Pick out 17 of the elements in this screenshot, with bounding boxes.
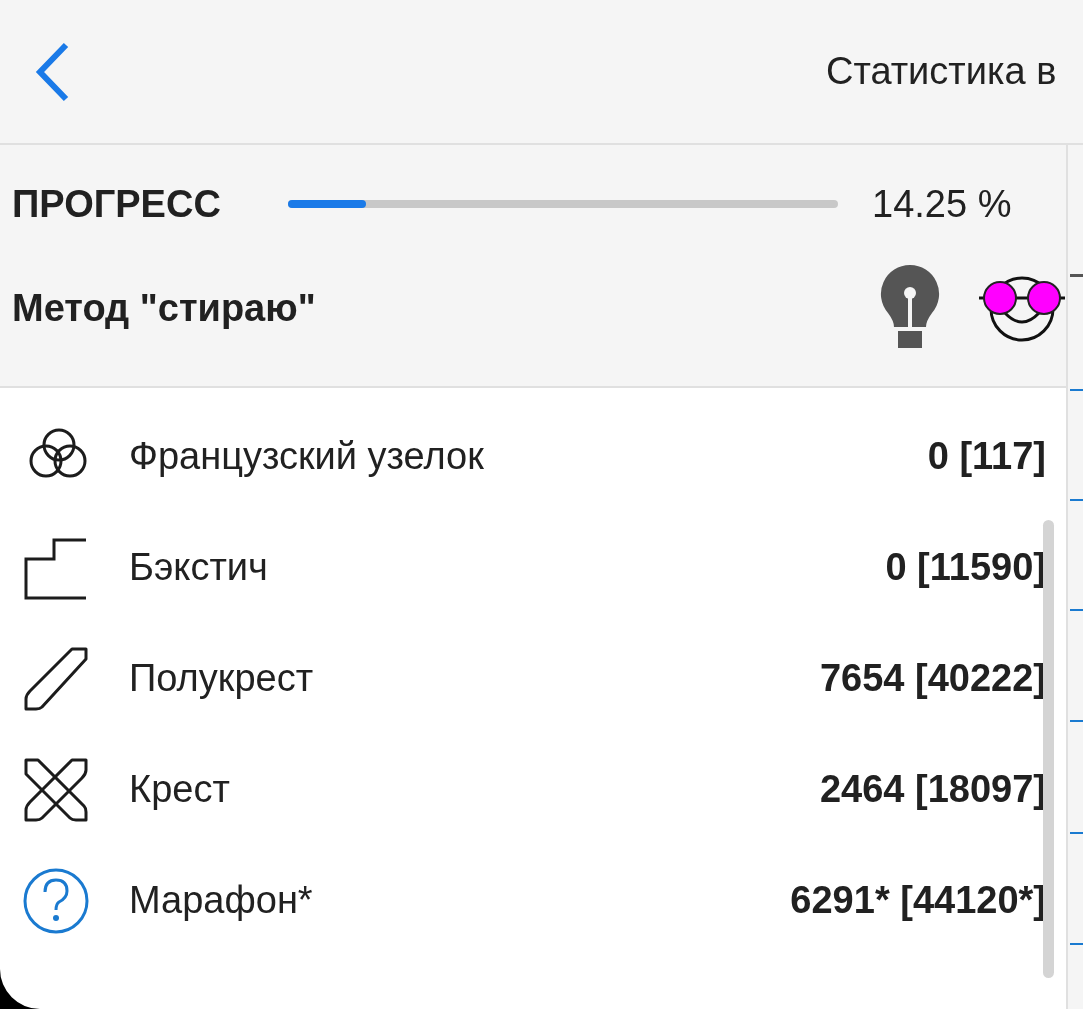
stitch-name: Марафон* — [129, 879, 314, 922]
help-icon — [22, 866, 90, 935]
scrollbar[interactable] — [1043, 520, 1054, 978]
stitch-count: 6291* [44120*] — [790, 879, 1046, 922]
stitch-name: Полукрест — [129, 657, 315, 700]
lightbulb-icon[interactable] — [880, 265, 940, 351]
screen-title: Статистика в — [826, 50, 1057, 93]
progress-percent: 14.25 % — [872, 182, 1012, 226]
stitch-count: 0 [117] — [927, 435, 1046, 478]
stitch-count: 7654 [40222] — [819, 657, 1046, 700]
progress-label: ПРОГРЕСС — [12, 182, 222, 226]
stitch-name: Крест — [129, 768, 231, 811]
stitch-name: Французский узелок — [129, 435, 485, 478]
stitch-count: 0 [11590] — [885, 546, 1046, 589]
method-label: Метод "стираю" — [12, 286, 317, 330]
stitch-count: 2464 [18097] — [819, 768, 1046, 811]
stitch-name: Бэкстич — [129, 546, 269, 589]
